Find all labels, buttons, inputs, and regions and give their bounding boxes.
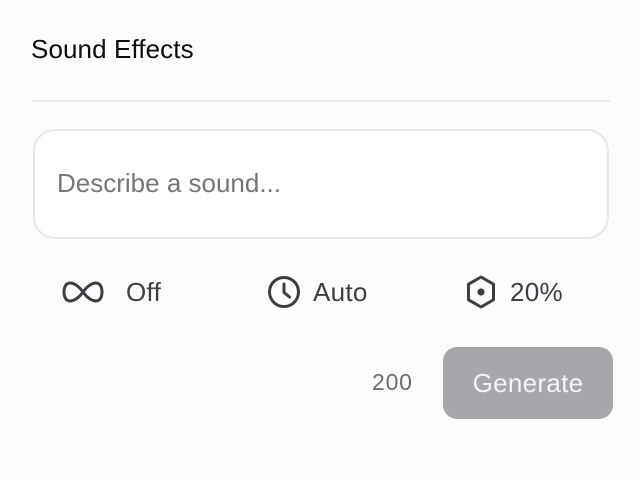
duration-label: Auto xyxy=(313,276,368,307)
prompt-container[interactable] xyxy=(33,129,609,239)
loop-toggle[interactable]: Off xyxy=(62,270,161,314)
sound-description-input[interactable] xyxy=(57,161,577,205)
divider xyxy=(32,100,610,102)
infinity-icon xyxy=(62,280,104,304)
clock-icon xyxy=(267,275,301,309)
prompt-influence-label: 20% xyxy=(510,276,563,307)
sound-effects-panel: Sound Effects Off Auto 20% 200 xyxy=(0,0,640,480)
generate-button[interactable]: Generate xyxy=(443,347,613,419)
hexagon-dot-icon xyxy=(464,274,498,310)
prompt-influence-selector[interactable]: 20% xyxy=(464,270,563,314)
panel-title: Sound Effects xyxy=(31,34,194,64)
character-count: 200 xyxy=(372,369,413,395)
duration-selector[interactable]: Auto xyxy=(267,270,368,314)
loop-label: Off xyxy=(126,276,162,307)
